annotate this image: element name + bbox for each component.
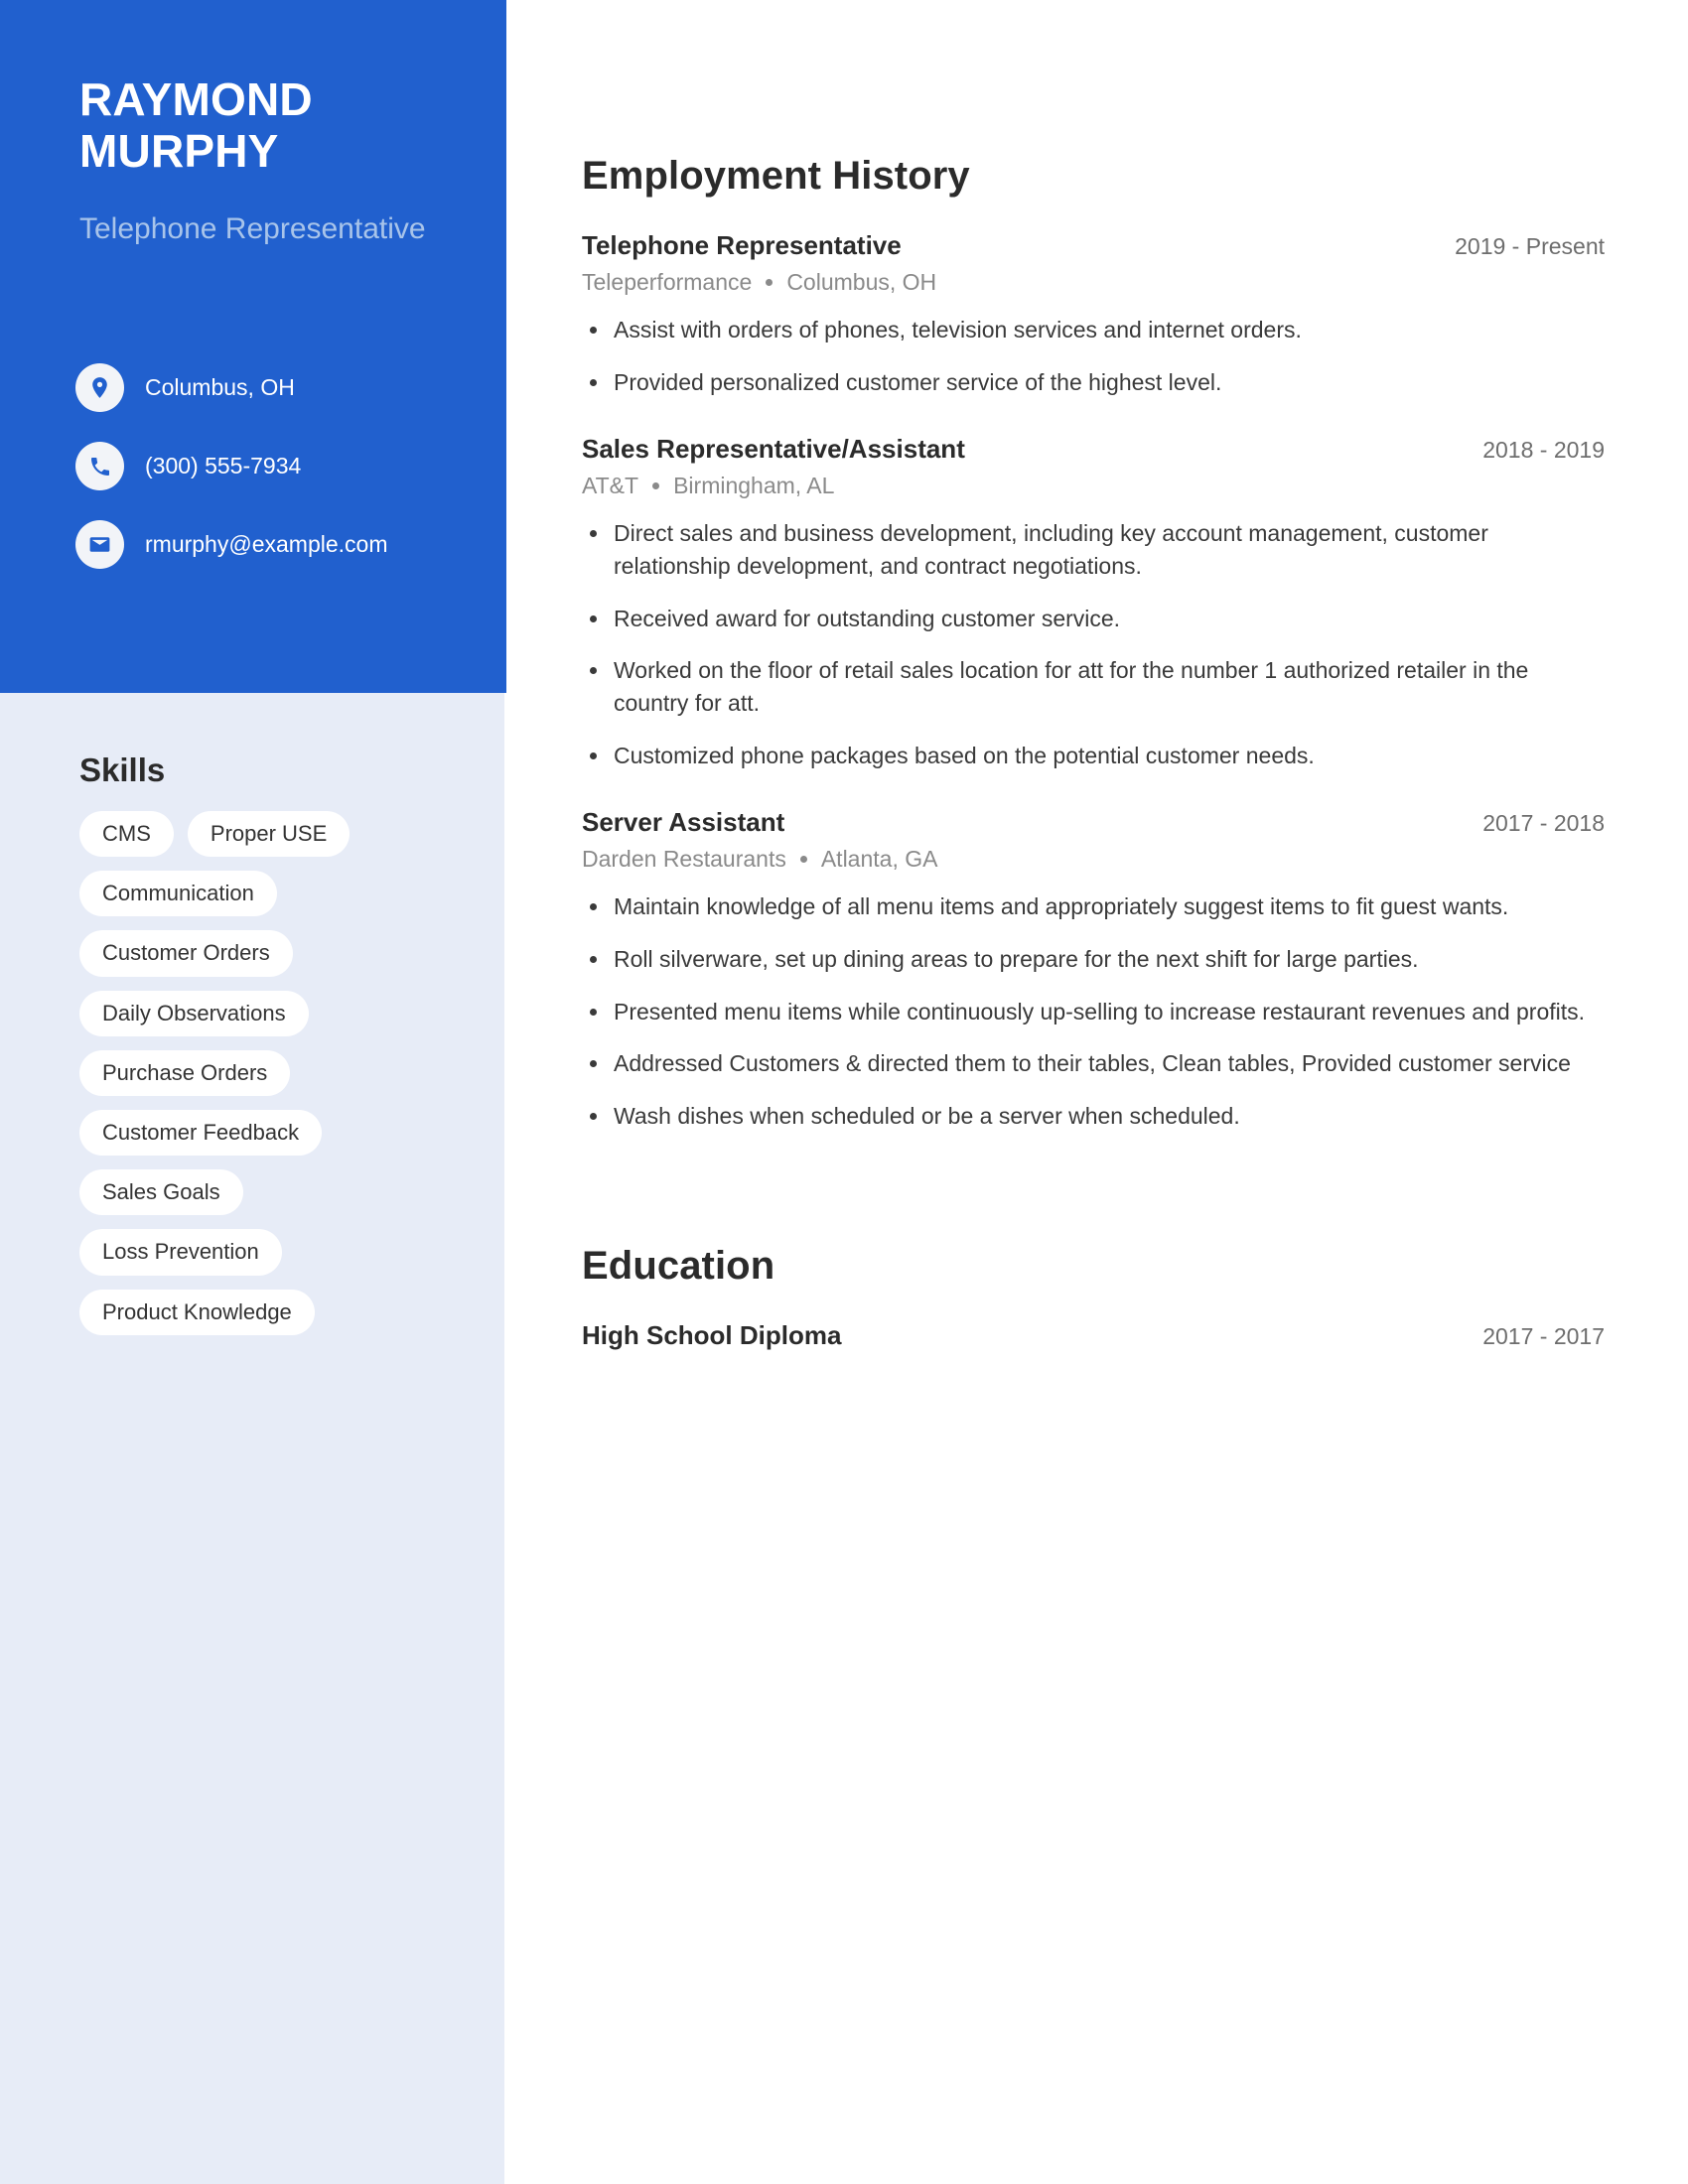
entry-job-title: Server Assistant <box>582 807 785 838</box>
entry-location: Columbus, OH <box>786 269 937 295</box>
employment-history-heading: Employment History <box>582 154 970 198</box>
resume-page: RAYMOND MURPHY Telephone Representative … <box>0 0 1688 2184</box>
phone-icon <box>75 442 124 490</box>
entry-header: Sales Representative/Assistant 2018 - 20… <box>582 434 1605 465</box>
entry-header: Telephone Representative 2019 - Present <box>582 230 1605 261</box>
entry-location: Birmingham, AL <box>673 473 835 499</box>
entry-bullet-list: Direct sales and business development, i… <box>582 517 1605 771</box>
email-icon <box>75 520 124 569</box>
entry-company-location: AT&T Birmingham, AL <box>582 473 1605 499</box>
skill-pill: Product Knowledge <box>79 1289 315 1335</box>
entry-bullet: Assist with orders of phones, television… <box>582 314 1605 346</box>
education-entry: High School Diploma 2017 - 2017 <box>582 1320 1605 1351</box>
entry-bullet: Customized phone packages based on the p… <box>582 740 1605 772</box>
skill-pill: Customer Orders <box>79 930 293 977</box>
education-degree-title: High School Diploma <box>582 1319 842 1350</box>
skill-pill: CMS <box>79 811 174 858</box>
entry-bullet: Maintain knowledge of all menu items and… <box>582 890 1605 923</box>
skill-pill: Loss Prevention <box>79 1229 282 1276</box>
entry-company: Darden Restaurants <box>582 846 786 873</box>
skill-pill: Sales Goals <box>79 1169 243 1216</box>
contact-item-location: Columbus, OH <box>75 363 387 412</box>
contact-email-value: rmurphy@example.com <box>145 531 388 557</box>
separator-dot-icon <box>652 482 660 490</box>
employment-entry: Telephone Representative 2019 - Present … <box>582 230 1605 398</box>
employment-history-section: Employment History Telephone Representat… <box>582 154 1605 1133</box>
skill-pill: Purchase Orders <box>79 1049 291 1096</box>
skills-section-title: Skills <box>79 751 166 788</box>
skill-pill: Daily Observations <box>79 990 309 1036</box>
education-section: Education High School Diploma 2017 - 201… <box>582 1244 1605 1351</box>
employment-entry: Sales Representative/Assistant 2018 - 20… <box>582 434 1605 771</box>
contact-phone-value: (300) 555-7934 <box>145 453 302 478</box>
candidate-job-title: Telephone Representative <box>79 212 426 245</box>
entry-company-location: Teleperformance Columbus, OH <box>582 269 1605 296</box>
entry-header: Server Assistant 2017 - 2018 <box>582 807 1605 838</box>
main-content: Employment History Telephone Representat… <box>582 0 1605 1351</box>
skill-pill: Customer Feedback <box>79 1109 323 1157</box>
entry-company-location: Darden Restaurants Atlanta, GA <box>582 846 1605 873</box>
entry-location: Atlanta, GA <box>820 846 938 873</box>
separator-dot-icon <box>766 279 774 286</box>
contact-list: Columbus, OH (300) 555-7934 rmurphy@exam… <box>75 363 387 569</box>
location-pin-icon <box>75 363 124 412</box>
sidebar: RAYMOND MURPHY Telephone Representative … <box>0 0 506 2184</box>
skill-pill: Proper USE <box>187 811 351 858</box>
employment-entry: Server Assistant 2017 - 2018 Darden Rest… <box>582 807 1605 1132</box>
entry-header: High School Diploma 2017 - 2017 <box>582 1320 1605 1351</box>
entry-bullet: Wash dishes when scheduled or be a serve… <box>582 1100 1605 1133</box>
entry-job-title: Telephone Representative <box>582 230 902 260</box>
skills-section: Skills CMS Proper USE Communication Cust… <box>79 751 477 1335</box>
entry-company: AT&T <box>582 473 639 499</box>
entry-bullet: Received award for outstanding customer … <box>582 603 1605 635</box>
skills-pill-list: CMS Proper USE Communication Customer Or… <box>79 811 417 1335</box>
entry-bullet: Presented menu items while continuously … <box>582 996 1605 1028</box>
entry-bullet: Roll silverware, set up dining areas to … <box>582 943 1605 976</box>
education-dates: 2017 - 2017 <box>1482 1322 1605 1349</box>
entry-bullet: Worked on the floor of retail sales loca… <box>582 654 1605 719</box>
name-last-line: MURPHY <box>79 124 279 177</box>
entry-bullet-list: Maintain knowledge of all menu items and… <box>582 890 1605 1132</box>
contact-location-value: Columbus, OH <box>145 374 295 400</box>
entry-dates: 2017 - 2018 <box>1482 810 1605 837</box>
skill-pill: Communication <box>79 871 277 917</box>
separator-dot-icon <box>799 856 807 864</box>
contact-item-email: rmurphy@example.com <box>75 520 387 569</box>
entry-bullet: Direct sales and business development, i… <box>582 517 1605 582</box>
education-heading: Education <box>582 1243 775 1288</box>
entry-dates: 2019 - Present <box>1455 233 1605 259</box>
contact-item-phone: (300) 555-7934 <box>75 442 387 490</box>
entry-job-title: Sales Representative/Assistant <box>582 434 965 465</box>
entry-dates: 2018 - 2019 <box>1482 437 1605 464</box>
entry-company: Teleperformance <box>582 269 753 295</box>
name-first-line: RAYMOND <box>79 73 313 125</box>
entry-bullet: Provided personalized customer service o… <box>582 366 1605 399</box>
entry-bullet: Addressed Customers & directed them to t… <box>582 1047 1605 1080</box>
candidate-name: RAYMOND MURPHY <box>79 73 477 177</box>
entry-bullet-list: Assist with orders of phones, television… <box>582 314 1605 398</box>
